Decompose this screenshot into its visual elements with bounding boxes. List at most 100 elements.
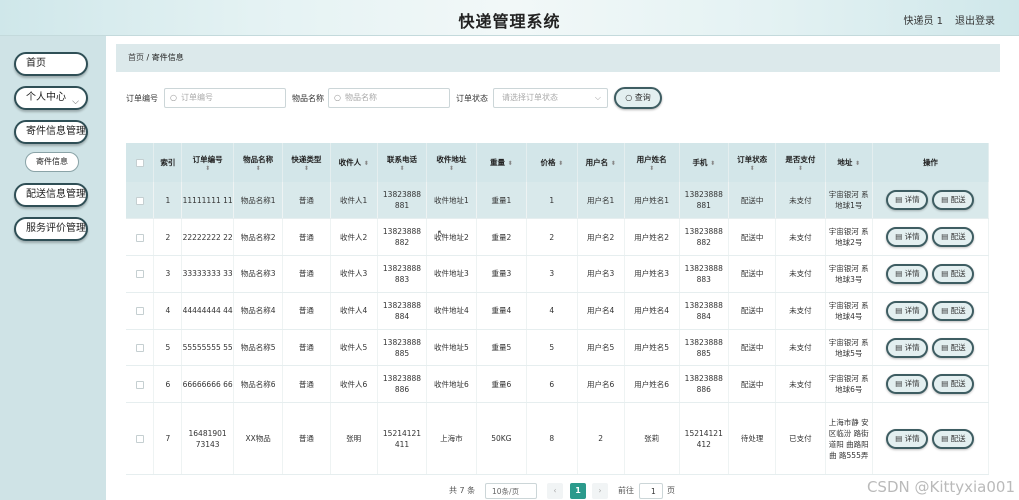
col-username[interactable]: 用户名 ⬍ <box>577 143 625 182</box>
sidebar-item-home[interactable]: 首页 <box>14 52 88 76</box>
deliver-button[interactable]: ▤ 配送 <box>932 300 975 321</box>
cell-recipient: 收件人5 <box>330 329 378 367</box>
app-title: 快递管理系统 <box>458 12 561 31</box>
row-checkbox[interactable] <box>135 435 144 444</box>
col-price[interactable]: 价格 ⬍ <box>526 143 578 182</box>
order-no-input[interactable]: ○ 订单编号 <box>164 88 286 108</box>
sidebar-item-review-mgmt[interactable]: 服务评价管理 <box>14 217 88 241</box>
col-order-no[interactable]: 订单编号 ⬍ <box>181 143 234 182</box>
cell-phone: 13823888 885 <box>377 329 428 367</box>
col-phone[interactable]: 联系电话 ⬍ <box>377 143 428 182</box>
detail-button[interactable]: ▤ 详情 <box>886 263 929 284</box>
row-checkbox[interactable] <box>135 307 144 316</box>
col-express-type[interactable]: 快递类型 ⬍ <box>282 143 331 182</box>
col-recipient[interactable]: 收件人 ⬍ <box>330 143 378 182</box>
sidebar-item-mail-mgmt[interactable]: 寄件信息管理 <box>14 120 88 144</box>
cell-realname: 用户姓名6 <box>624 365 680 404</box>
row-checkbox[interactable] <box>135 270 144 279</box>
deliver-button[interactable]: ▤ 配送 <box>932 227 975 248</box>
breadcrumb-home[interactable]: 首页 <box>128 53 144 62</box>
table-row[interactable]: 6 66666666 66 物品名称6 普通 收件人6 13823888 886 收件地址6… <box>126 365 990 404</box>
sidebar-item-personal[interactable]: 个人中心 ⌵ <box>14 86 88 110</box>
cell-address: 宇宙银河 系地球3号 <box>825 255 873 293</box>
cell-weight: 重量3 <box>476 255 528 293</box>
detail-button[interactable]: ▤ 详情 <box>886 190 929 211</box>
col-label: 重量 <box>490 158 506 167</box>
prev-page-button[interactable]: ‹ <box>547 483 563 499</box>
row-checkbox[interactable] <box>135 233 144 242</box>
document-icon: ▤ <box>941 195 951 205</box>
cell-row-index: 5 <box>153 329 183 367</box>
col-paid[interactable]: 是否支付 ⬍ <box>775 143 826 182</box>
col-label: 是否支付 <box>785 154 816 164</box>
cell-express-type: 普通 <box>282 365 331 404</box>
cell-recipient: 收件人1 <box>330 182 378 220</box>
cell-weight: 重量4 <box>476 292 528 330</box>
detail-button[interactable]: ▤ 详情 <box>886 428 929 449</box>
row-checkbox[interactable] <box>135 196 144 205</box>
detail-button[interactable]: ▤ 详情 <box>886 337 929 358</box>
cell-price: 5 <box>526 329 578 367</box>
cell-realname: 用户姓名5 <box>624 329 680 367</box>
col-mobile[interactable]: 手机 ⬍ <box>679 143 729 182</box>
cell-weight: 重量5 <box>476 329 528 367</box>
col-recv-addr[interactable]: 收件地址 ⬍ <box>426 143 477 182</box>
query-button[interactable]: ○ 查询 <box>614 87 662 109</box>
sidebar-item-delivery-mgmt[interactable]: 配送信息管理 <box>14 183 88 207</box>
deliver-button-label: 配送 <box>950 342 966 352</box>
goto-page-input[interactable]: 1 <box>639 483 663 499</box>
breadcrumb-current: 寄件信息 <box>151 53 184 62</box>
table-row[interactable]: 1 11111111 11 物品名称1 普通 收件人1 13823888 881 收件地址1… <box>126 182 990 220</box>
logout-link[interactable]: 退出登录 <box>955 12 995 27</box>
detail-button-label: 详情 <box>904 268 920 278</box>
sort-icon: ⬍ <box>448 164 454 172</box>
cell-realname: 用户姓名1 <box>624 182 680 220</box>
cell-recv-addr: 收件地址3 <box>426 255 477 293</box>
col-weight[interactable]: 重量 ⬍ <box>476 143 528 182</box>
cell-recv-addr: 收件地址4 <box>426 292 477 330</box>
deliver-button[interactable]: ▤ 配送 <box>932 428 975 449</box>
detail-button[interactable]: ▤ 详情 <box>886 300 929 321</box>
deliver-button[interactable]: ▤ 配送 <box>932 374 975 395</box>
cell-status: 配送中 <box>728 329 777 367</box>
detail-button[interactable]: ▤ 详情 <box>886 374 929 395</box>
table-row[interactable]: 5 55555555 55 物品名称5 普通 收件人5 13823888 885 收件地址5… <box>126 329 990 367</box>
detail-button-label: 详情 <box>904 379 920 389</box>
row-checkbox[interactable] <box>135 344 144 353</box>
sidebar-subitem-mail-info[interactable]: 寄件信息 <box>25 152 79 172</box>
col-item-name[interactable]: 物品名称 ⬍ <box>233 143 284 182</box>
status-select[interactable]: 请选择订单状态 ⌵ <box>493 88 608 108</box>
detail-button[interactable]: ▤ 详情 <box>886 227 929 248</box>
next-page-button[interactable]: › <box>592 483 608 499</box>
goto-label: 前往 <box>618 486 634 495</box>
table-row[interactable]: 4 44444444 44 物品名称4 普通 收件人4 13823888 884 收件地址4… <box>126 292 990 330</box>
cell-phone: 13823888 886 <box>377 365 428 404</box>
deliver-button[interactable]: ▤ 配送 <box>932 337 975 358</box>
select-all-checkbox[interactable] <box>135 159 144 167</box>
table-row[interactable]: 7 16481901 73143 XX物品 普通 张明 15214121 411 上海市 50… <box>126 402 990 476</box>
detail-button-label: 详情 <box>904 232 920 242</box>
cell-row-index: 1 <box>153 182 183 220</box>
page-size-select[interactable]: 10条/页 <box>485 483 537 499</box>
cell-order-no: 16481901 73143 <box>181 402 234 476</box>
chevron-down-icon: ⌵ <box>594 93 601 102</box>
deliver-button[interactable]: ▤ 配送 <box>932 263 975 284</box>
cell-username: 2 <box>577 402 625 476</box>
row-checkbox[interactable] <box>135 380 144 389</box>
item-name-input[interactable]: ○ 物品名称 <box>328 88 450 108</box>
col-address[interactable]: 地址 ⬍ <box>825 143 873 182</box>
table-body: 1 11111111 11 物品名称1 普通 收件人1 13823888 881 收件地址1… <box>126 182 990 476</box>
page-1-button[interactable]: 1 <box>570 483 586 499</box>
cell-status: 配送中 <box>728 292 777 330</box>
deliver-button[interactable]: ▤ 配送 <box>932 190 975 211</box>
chevron-down-icon: ⌵ <box>72 97 79 107</box>
col-status[interactable]: 订单状态 ⬍ <box>728 143 777 182</box>
table-row[interactable]: 2 22222222 22 物品名称2 普通 收件人2 13823888 882 收件地址2… <box>126 218 990 257</box>
sort-icon: ⬍ <box>855 160 861 167</box>
cell-order-no: 44444444 44 <box>181 292 234 330</box>
cell-item-name: 物品名称5 <box>233 329 284 367</box>
cell-item-name: XX物品 <box>233 402 284 476</box>
col-realname[interactable]: 用户姓名 ⬍ <box>624 143 680 182</box>
row-select-cell <box>126 182 155 220</box>
table-row[interactable]: 3 33333333 33 物品名称3 普通 收件人3 13823888 883 收件地址3… <box>126 255 990 293</box>
